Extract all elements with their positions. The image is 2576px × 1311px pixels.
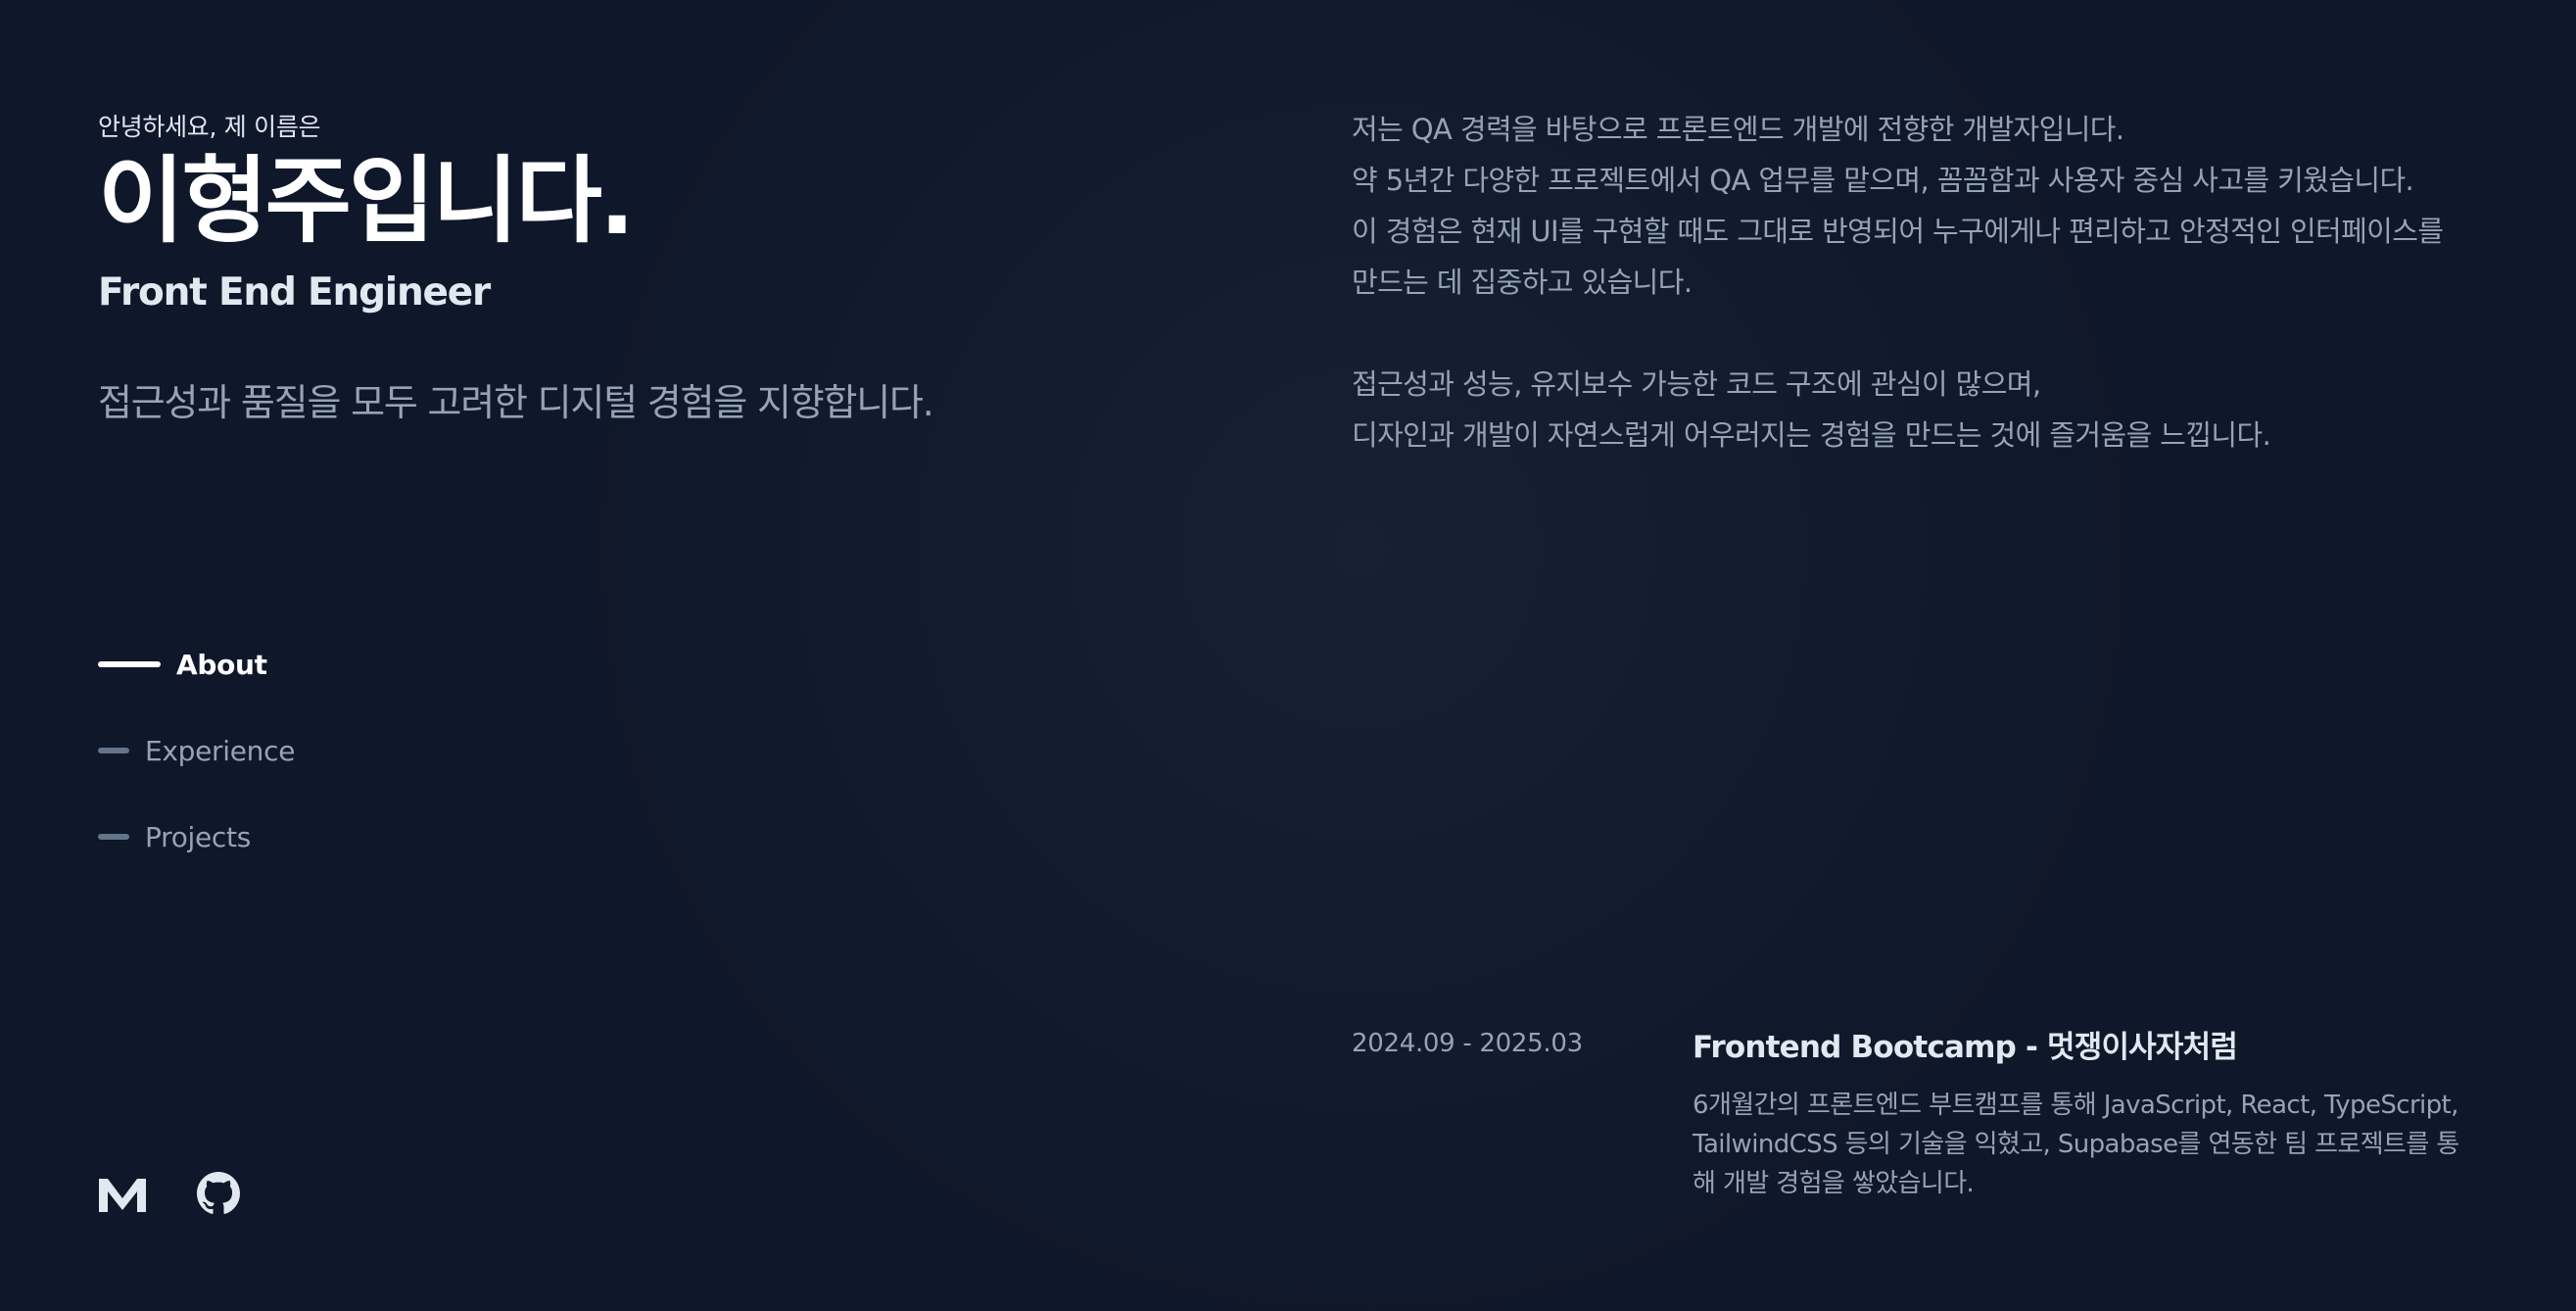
medium-icon	[99, 1179, 146, 1212]
nav-list: About Experience Projects	[98, 637, 295, 896]
about-section: 저는 QA 경력을 바탕으로 프론트엔드 개발에 전향한 개발자입니다. 약 5…	[1352, 104, 2507, 461]
nav-indicator-line	[98, 661, 161, 667]
about-line: 만드는 데 집중하고 있습니다.	[1352, 266, 1693, 299]
experience-item[interactable]: 2024.09 - 2025.03 Frontend Bootcamp - 멋쟁…	[1352, 1019, 2507, 1203]
nav-item-label: Projects	[145, 820, 251, 853]
experience-body: Frontend Bootcamp - 멋쟁이사자처럼 6개월간의 프론트엔드 …	[1693, 1019, 2507, 1203]
page-title: 이형주입니다.	[98, 146, 635, 256]
experience-description-line: 해 개발 경험을 쌓았습니다.	[1693, 1169, 1975, 1198]
nav-indicator-line	[98, 748, 129, 753]
social-links	[98, 1172, 290, 1215]
experience-date: 2024.09 - 2025.03	[1352, 1029, 1583, 1058]
nav-item-label: Experience	[145, 734, 296, 767]
nav-indicator-line	[98, 834, 129, 840]
medium-link[interactable]	[98, 1172, 147, 1215]
greeting-text: 안녕하세요, 제 이름은	[98, 113, 321, 141]
tagline-text: 접근성과 품질을 모두 고려한 디지털 경험을 지향합니다.	[98, 381, 934, 424]
about-line: 이 경험은 현재 UI를 구현할 때도 그대로 반영되어 누구에게나 편리하고 …	[1352, 215, 2444, 248]
about-line: 저는 QA 경력을 바탕으로 프론트엔드 개발에 전향한 개발자입니다.	[1352, 113, 2124, 146]
experience-description-line: TailwindCSS 등의 기술을 익혔고, Supabase를 연동한 팀 …	[1693, 1130, 2459, 1159]
github-icon	[197, 1172, 240, 1214]
about-line: 디자인과 개발이 자연스럽게 어우러지는 경험을 만드는 것에 즐거움을 느낍니…	[1352, 418, 2271, 452]
nav-item-projects[interactable]: Projects	[98, 809, 295, 864]
profile-header: 안녕하세요, 제 이름은 이형주입니다. Front End Engineer …	[98, 0, 1234, 1311]
job-title: Front End Engineer	[98, 270, 491, 315]
main-content: 저는 QA 경력을 바탕으로 프론트엔드 개발에 전향한 개발자입니다. 약 5…	[1352, 0, 2507, 1311]
nav-item-about[interactable]: About	[98, 637, 295, 692]
about-line: 약 5년간 다양한 프로젝트에서 QA 업무를 맡으며, 꼼꼼함과 사용자 중심…	[1352, 164, 2414, 197]
about-line: 접근성과 성능, 유지보수 가능한 코드 구조에 관심이 많으며,	[1352, 367, 2041, 401]
experience-title[interactable]: Frontend Bootcamp - 멋쟁이사자처럼	[1693, 1019, 2507, 1076]
nav-item-experience[interactable]: Experience	[98, 723, 295, 778]
nav-item-label: About	[176, 648, 267, 681]
experience-description-line: 6개월간의 프론트엔드 부트캠프를 통해 JavaScript, React, …	[1693, 1091, 2458, 1120]
experience-description: 6개월간의 프론트엔드 부트캠프를 통해 JavaScript, React, …	[1693, 1086, 2507, 1203]
github-link[interactable]	[194, 1172, 243, 1215]
